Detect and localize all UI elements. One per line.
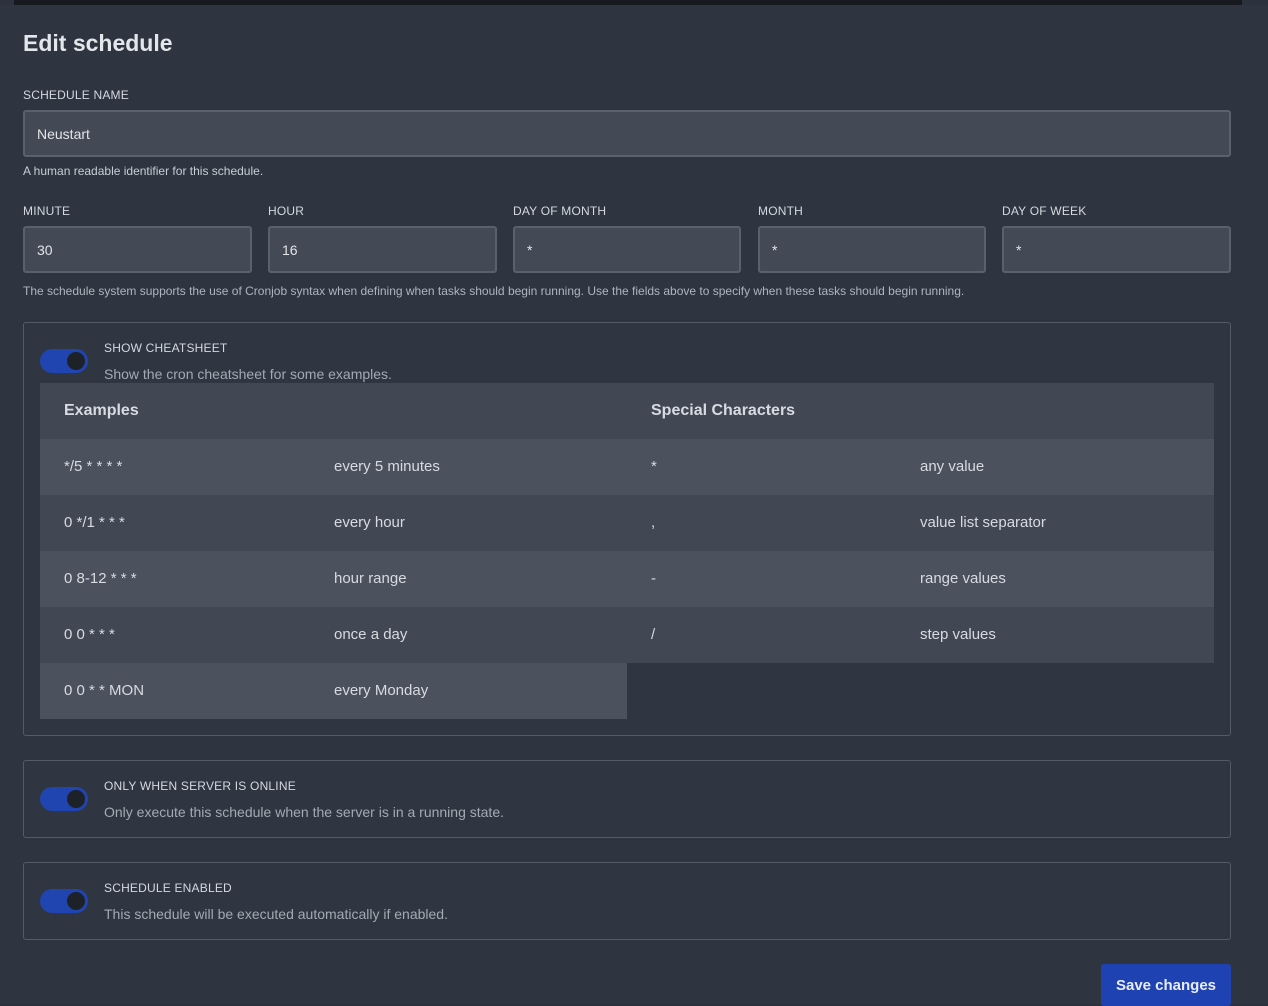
toggle-knob — [67, 790, 85, 808]
example-row: 0 0 * * * once a day — [40, 607, 627, 663]
example-expression: 0 0 * * MON — [64, 682, 145, 699]
special-description: any value — [920, 458, 985, 475]
special-character: * — [651, 458, 657, 475]
schedule-name-label: SCHEDULE NAME — [23, 88, 129, 102]
minute-input[interactable]: 30 — [23, 226, 252, 273]
toggle-knob — [67, 892, 85, 910]
cheatsheet-toggle[interactable] — [40, 349, 88, 373]
special-row: , value list separator — [627, 495, 1214, 551]
special-row: * any value — [627, 439, 1214, 495]
hour-input[interactable]: 16 — [268, 226, 497, 273]
only-online-toggle[interactable] — [40, 787, 88, 811]
example-expression: 0 0 * * * — [64, 626, 115, 643]
example-row: 0 0 * * MON every Monday — [40, 663, 627, 719]
schedule-enabled-description: This schedule will be executed automatic… — [104, 906, 448, 922]
day-of-week-label: DAY OF WEEK — [1002, 204, 1087, 218]
special-description: value list separator — [920, 514, 1046, 531]
example-description: every Monday — [334, 682, 429, 699]
page-title: Edit schedule — [23, 30, 173, 56]
save-changes-button[interactable]: Save changes — [1101, 964, 1231, 1006]
schedule-enabled-title: SCHEDULE ENABLED — [104, 881, 232, 895]
example-row: */5 * * * * every 5 minutes — [40, 439, 627, 495]
example-expression: 0 */1 * * * — [64, 514, 125, 531]
day-of-month-label: DAY OF MONTH — [513, 204, 607, 218]
example-description: hour range — [334, 570, 407, 587]
month-label: MONTH — [758, 204, 803, 218]
examples-column: */5 * * * * every 5 minutes 0 */1 * * * … — [40, 439, 627, 719]
special-description: step values — [920, 626, 996, 643]
special-characters-header: Special Characters — [651, 402, 796, 419]
schedule-name-help: A human readable identifier for this sch… — [23, 164, 264, 178]
example-description: once a day — [334, 626, 408, 643]
special-character: / — [651, 626, 656, 643]
day-of-month-input[interactable]: * — [513, 226, 741, 273]
day-of-week-input[interactable]: * — [1002, 226, 1231, 273]
only-online-title: ONLY WHEN SERVER IS ONLINE — [104, 779, 296, 793]
special-character: - — [651, 570, 656, 587]
month-input[interactable]: * — [758, 226, 986, 273]
only-online-description: Only execute this schedule when the serv… — [104, 804, 504, 820]
cheatsheet-description: Show the cron cheatsheet for some exampl… — [104, 366, 392, 382]
only-online-panel: ONLY WHEN SERVER IS ONLINE Only execute … — [23, 760, 1231, 838]
special-row: - range values — [627, 551, 1214, 607]
example-row: 0 8-12 * * * hour range — [40, 551, 627, 607]
minute-label: MINUTE — [23, 204, 71, 218]
example-expression: 0 8-12 * * * — [64, 570, 137, 587]
cheatsheet-panel: SHOW CHEATSHEET Show the cron cheatsheet… — [23, 322, 1231, 736]
example-expression: */5 * * * * — [64, 458, 123, 475]
cheatsheet-title: SHOW CHEATSHEET — [104, 341, 228, 355]
schedule-name-input[interactable]: Neustart — [23, 110, 1231, 157]
hour-label: HOUR — [268, 204, 305, 218]
example-description: every 5 minutes — [334, 458, 440, 475]
special-character: , — [651, 514, 656, 531]
toggle-knob — [67, 352, 85, 370]
special-description: range values — [920, 570, 1006, 587]
cheatsheet-header-row: Examples Special Characters — [40, 383, 1214, 439]
schedule-enabled-panel: SCHEDULE ENABLED This schedule will be e… — [23, 862, 1231, 940]
cron-help: The schedule system supports the use of … — [23, 284, 965, 298]
examples-header: Examples — [64, 402, 139, 419]
schedule-enabled-toggle[interactable] — [40, 889, 88, 913]
special-row: / step values — [627, 607, 1214, 663]
cheatsheet-table: Examples Special Characters */5 * * * * … — [40, 383, 1214, 719]
special-characters-column: * any value , value list separator - ran… — [627, 439, 1214, 663]
example-row: 0 */1 * * * every hour — [40, 495, 627, 551]
example-description: every hour — [334, 514, 405, 531]
